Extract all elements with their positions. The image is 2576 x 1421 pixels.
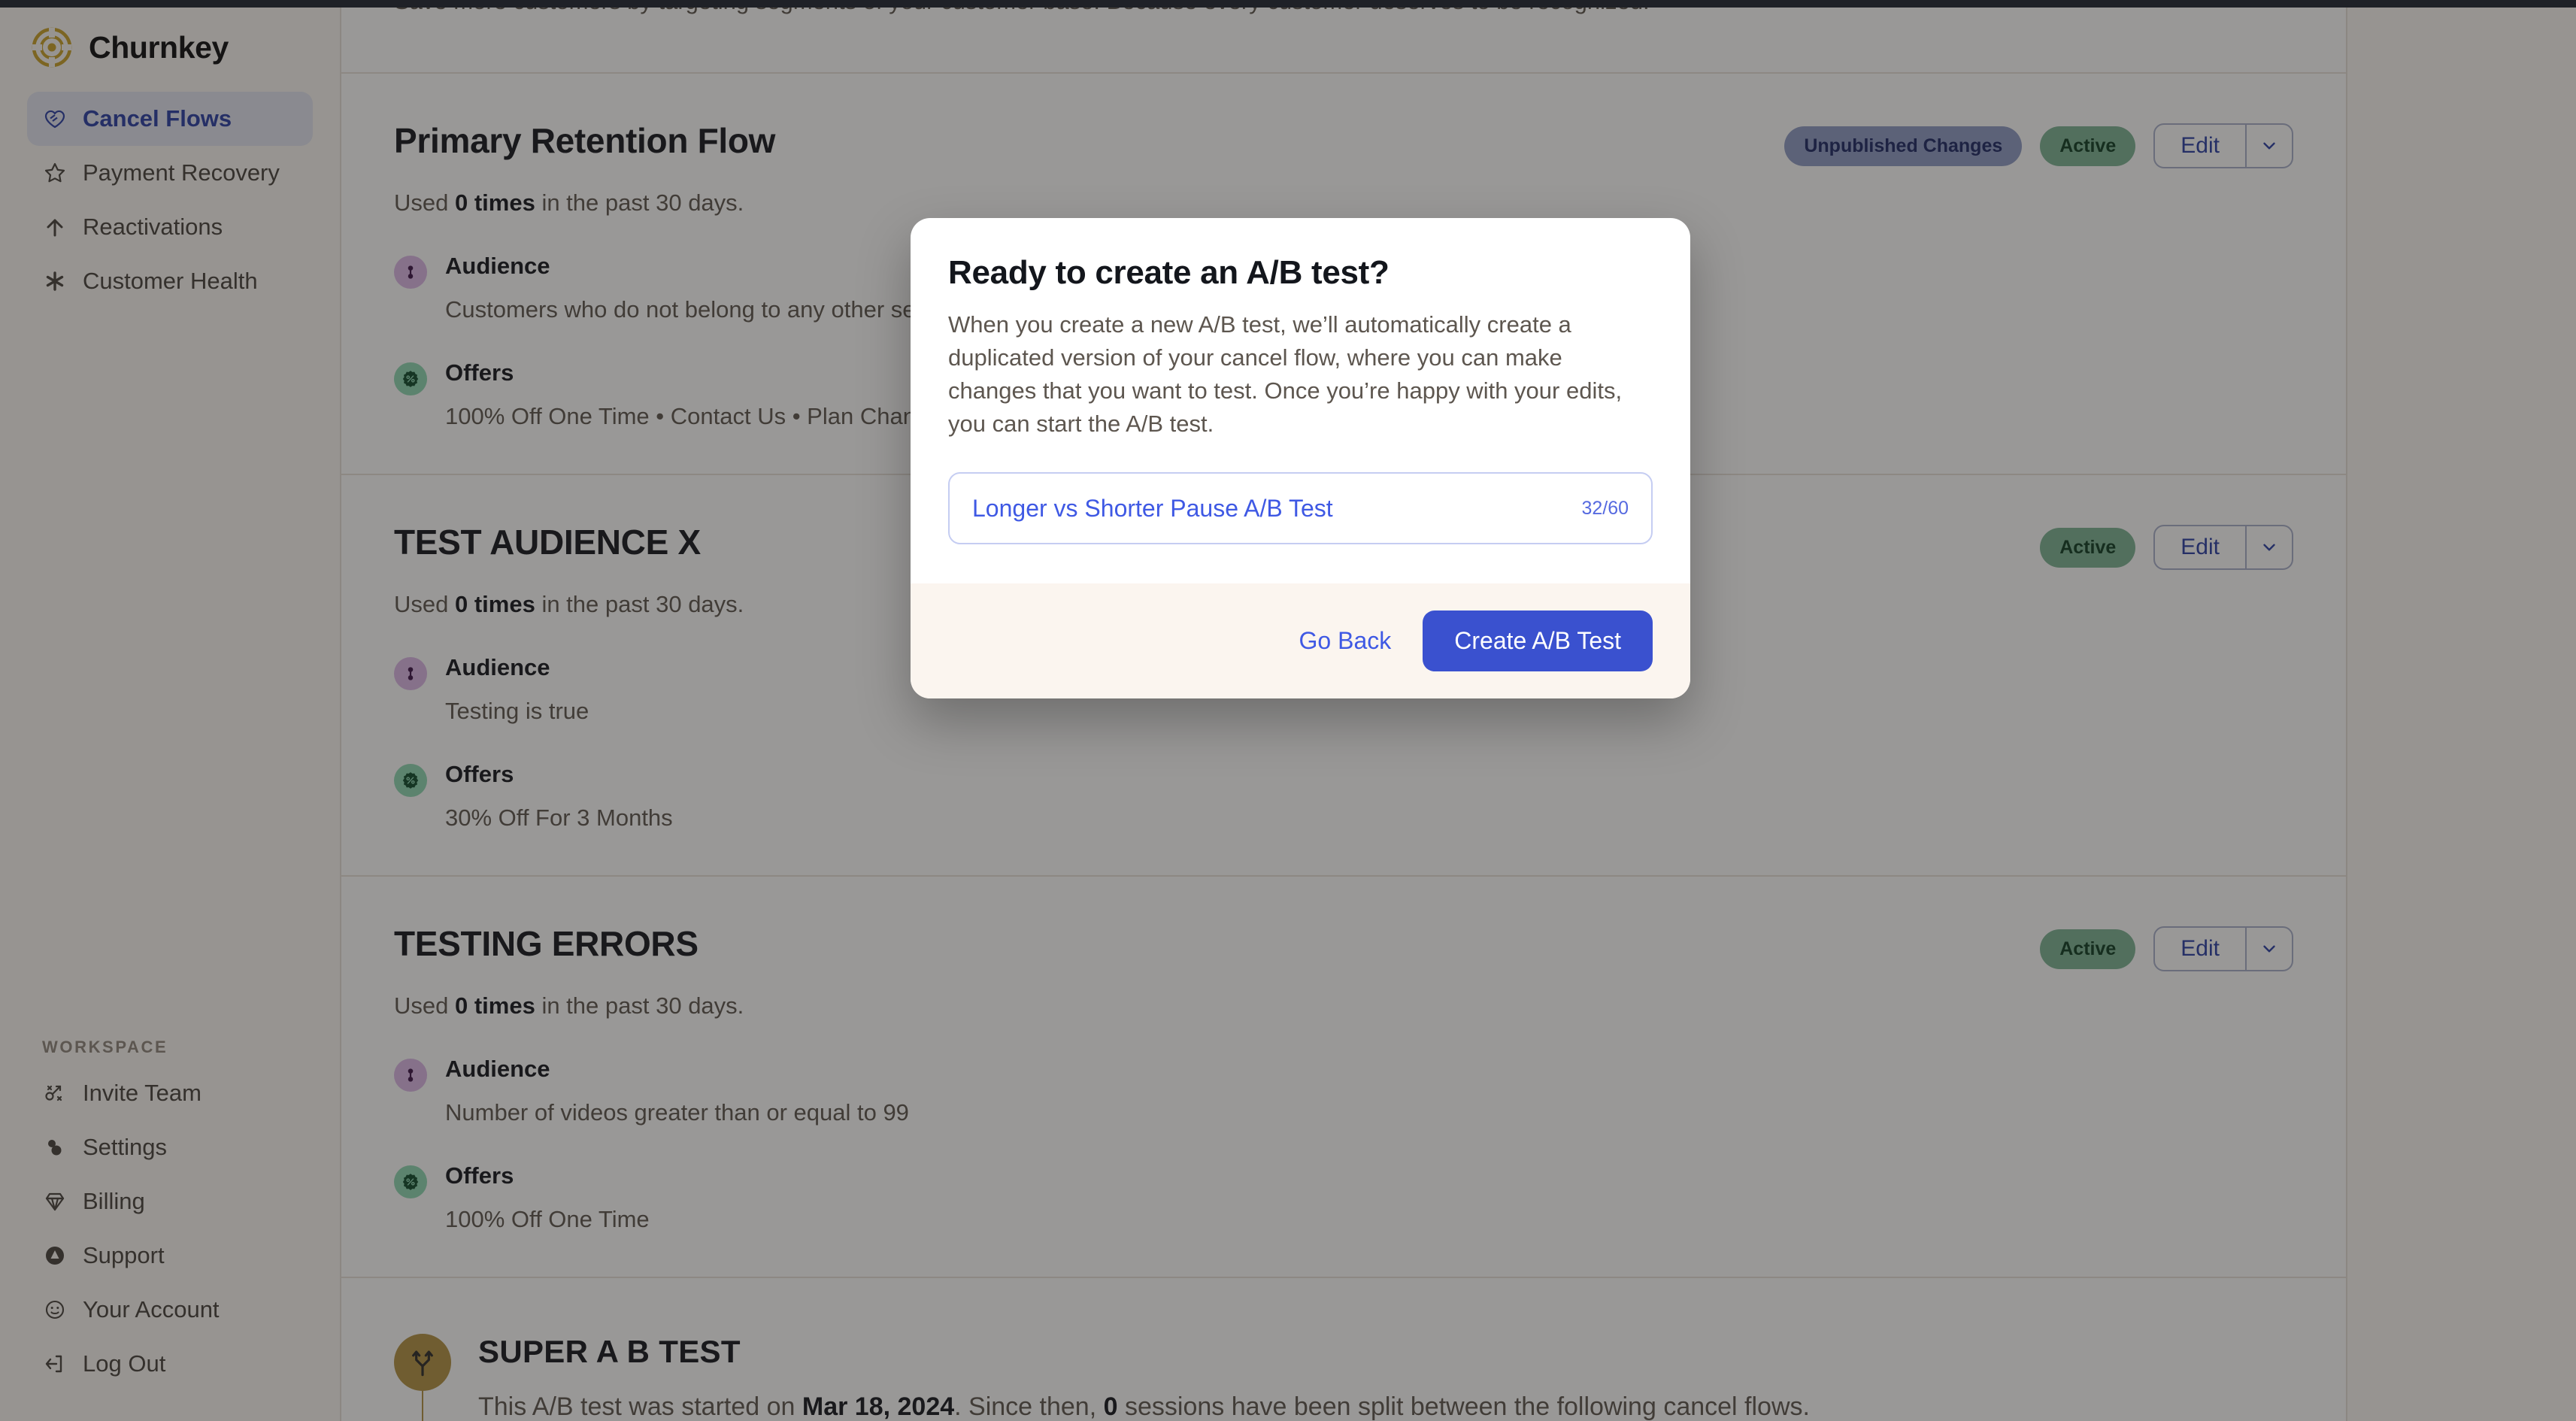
dialog-body: Ready to create an A/B test? When you cr… [911,218,1690,583]
create-ab-test-dialog: Ready to create an A/B test? When you cr… [911,218,1690,698]
ab-test-name-field[interactable]: 32/60 [948,472,1653,544]
modal-overlay[interactable] [0,0,2576,1421]
ab-test-name-input[interactable] [972,495,1566,523]
go-back-button[interactable]: Go Back [1295,620,1396,662]
app-root: Churnkey Cancel Flows Payment Re [0,0,2576,1421]
dialog-title: Ready to create an A/B test? [948,254,1653,292]
character-counter: 32/60 [1581,498,1629,520]
create-ab-test-button[interactable]: Create A/B Test [1423,611,1653,671]
dialog-description: When you create a new A/B test, we’ll au… [948,308,1653,441]
dialog-footer: Go Back Create A/B Test [911,583,1690,698]
